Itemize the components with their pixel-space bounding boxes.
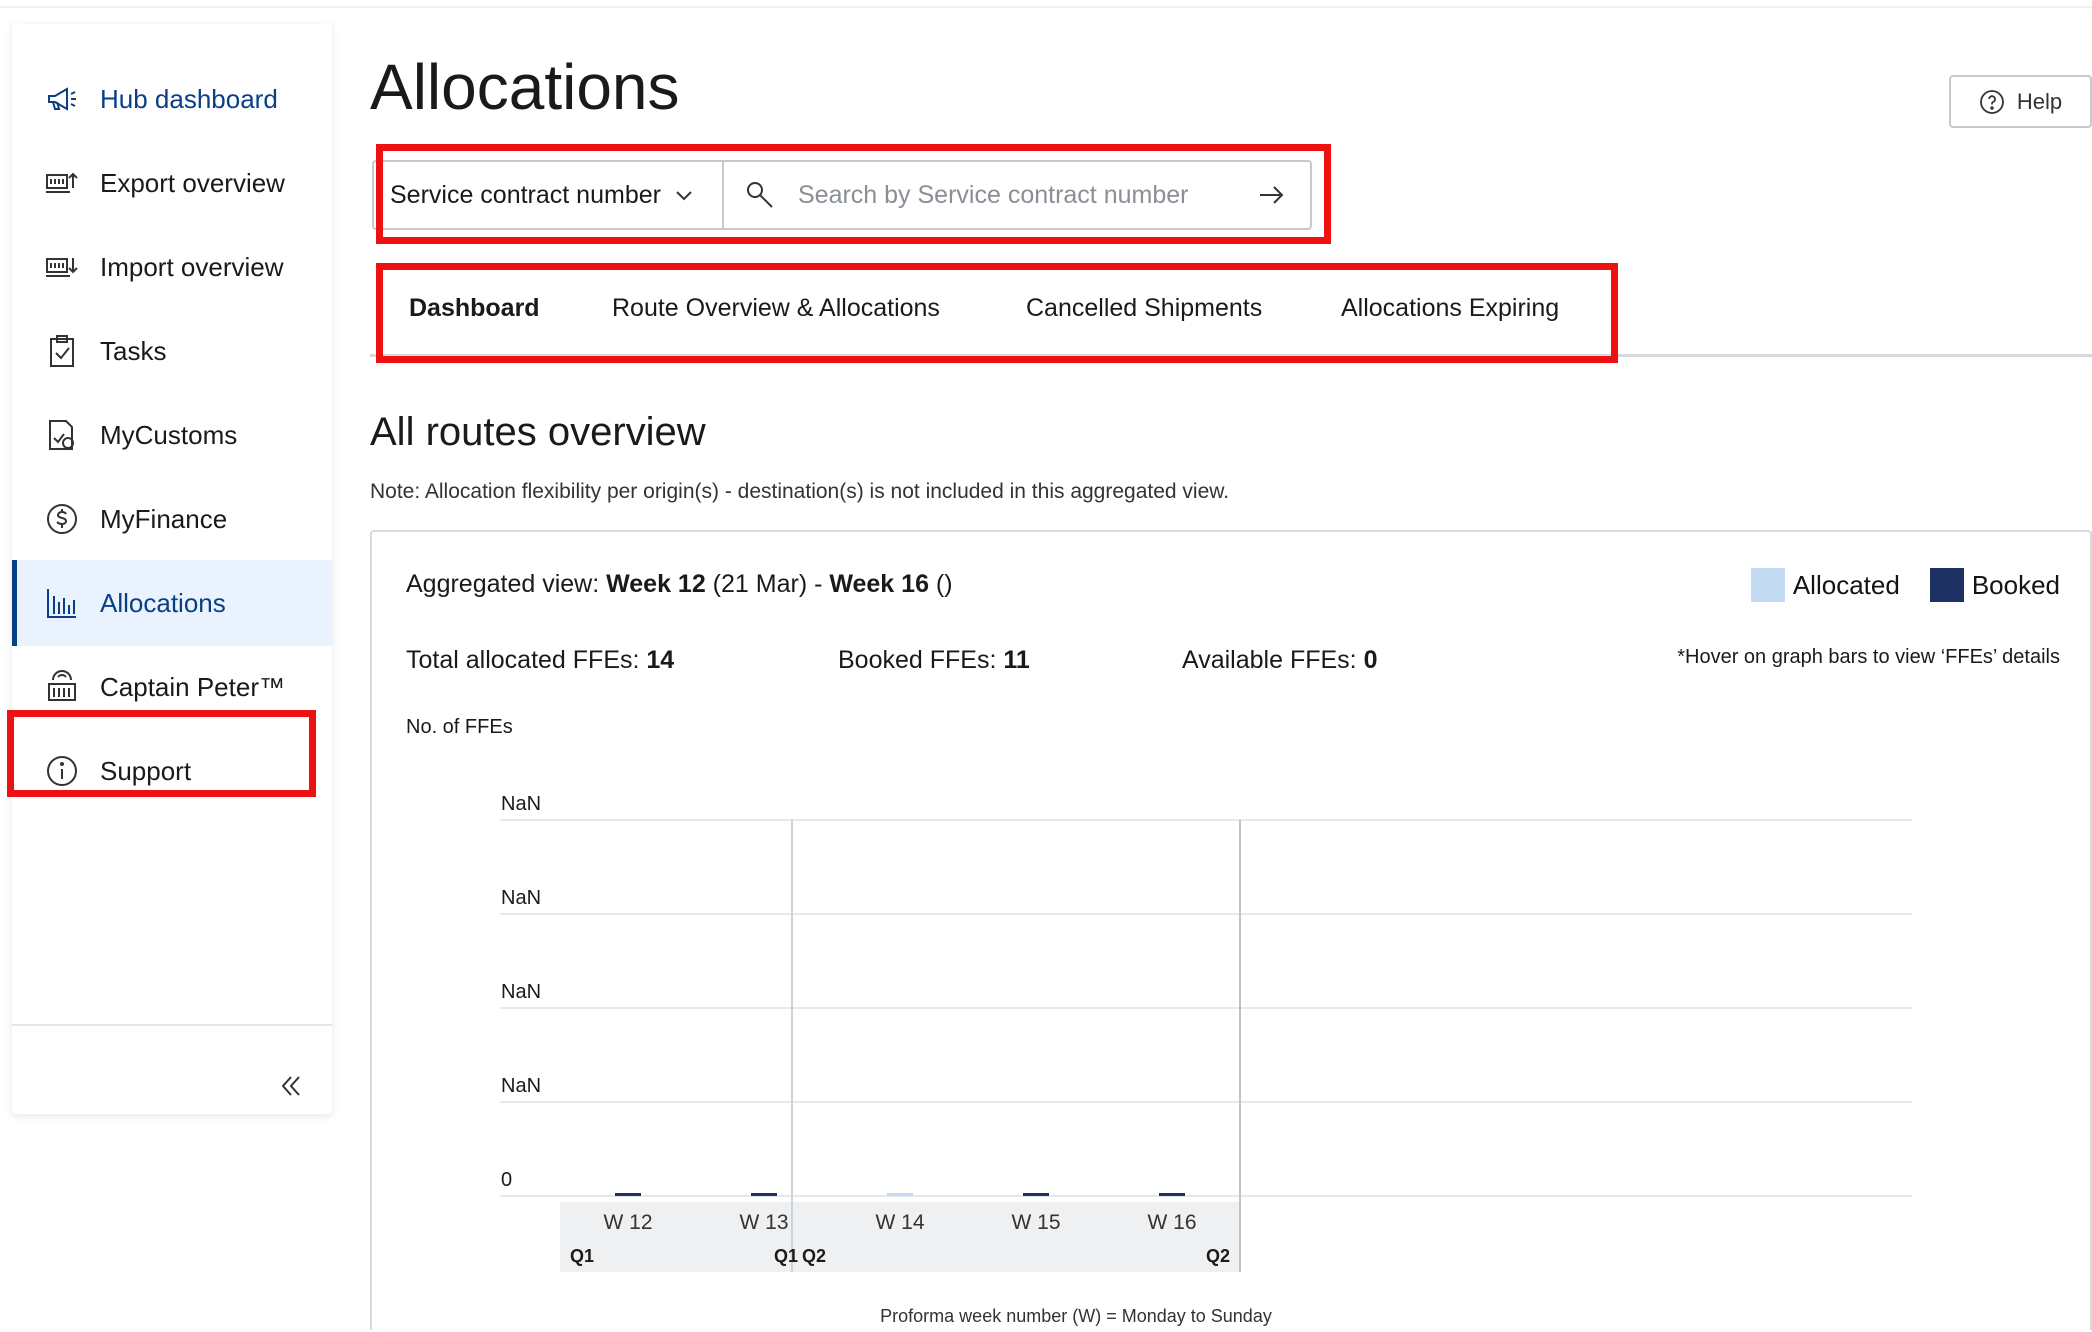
x-tick-label: W 16	[1147, 1211, 1196, 1234]
help-label: Help	[2016, 88, 2063, 114]
search-field	[724, 162, 1310, 228]
top-border	[0, 6, 2092, 8]
tab-cancelled-shipments[interactable]: Cancelled Shipments	[1026, 278, 1262, 338]
quarter-label: Q1	[570, 1246, 594, 1266]
x-tick-label: W 15	[1011, 1211, 1060, 1234]
y-tick-label: NaN	[501, 981, 541, 1003]
x-tick-label: W 14	[875, 1211, 924, 1234]
y-tick-label: NaN	[501, 887, 541, 909]
quarter-label: Q1	[774, 1246, 798, 1266]
tab-allocations-expiring[interactable]: Allocations Expiring	[1341, 278, 1559, 338]
aggregation-note: Note: Allocation flexibility per origin(…	[370, 480, 1230, 503]
sidebar-item-import-overview[interactable]: Import overview	[12, 224, 332, 310]
y-tick-label: NaN	[501, 793, 541, 815]
container-icon	[44, 669, 80, 705]
search-type-value: Service contract number	[390, 180, 661, 209]
page-title: Allocations	[370, 51, 680, 123]
tab-route-overview-allocations[interactable]: Route Overview & Allocations	[612, 278, 940, 338]
tab-dashboard[interactable]: Dashboard	[409, 278, 540, 338]
clipboard-check-icon	[44, 333, 80, 369]
sidebar-item-support[interactable]: Support	[12, 728, 332, 814]
sidebar-item-label: MyCustoms	[100, 419, 238, 450]
bar-chart-icon	[44, 585, 80, 621]
import-icon	[44, 249, 80, 285]
double-chevron-left-icon	[281, 1076, 300, 1096]
sidebar-item-myfinance[interactable]: MyFinance	[12, 476, 332, 562]
section-title: All routes overview	[370, 410, 706, 454]
allocations-bar-chart: NaNNaNNaNNaN0W 12 W 13 W 14 W 15 W 16Q1 Q1 Q2 Q…	[500, 793, 1912, 1326]
help-button[interactable]: Help	[1949, 75, 2092, 128]
sidebar-item-label: Support	[100, 755, 192, 786]
megaphone-icon	[44, 81, 80, 117]
x-tick-label: W 13	[739, 1211, 788, 1234]
sidebar-item-tasks[interactable]: Tasks	[12, 308, 332, 394]
sidebar-item-label: Export overview	[100, 167, 285, 198]
x-axis-caption: Proforma week number (W) = Monday to Sun…	[880, 1306, 1272, 1326]
arrow-right-icon[interactable]	[1254, 178, 1288, 212]
export-icon	[44, 165, 80, 201]
quarter-label: Q2	[1206, 1246, 1230, 1266]
y-tick-label: NaN	[501, 1075, 541, 1097]
allocations-chart-card: Aggregated view: Week 12 (21 Mar) - Week…	[370, 530, 2092, 1330]
sidebar-item-export-overview[interactable]: Export overview	[12, 140, 332, 226]
bar-booked	[751, 1193, 777, 1196]
collapse-sidebar-button[interactable]	[270, 1064, 314, 1108]
sidebar-item-hub-dashboard[interactable]: Hub dashboard	[12, 56, 332, 142]
sidebar-item-label: Allocations	[100, 587, 226, 618]
y-tick-label: 0	[501, 1169, 512, 1191]
search-icon	[747, 182, 773, 208]
sidebar-divider	[12, 1024, 332, 1026]
info-circle-icon	[44, 753, 80, 789]
dollar-circle-icon	[44, 501, 80, 537]
search-input[interactable]	[796, 179, 1240, 211]
quarter-label: Q2	[802, 1246, 826, 1266]
sidebar-item-label: Hub dashboard	[100, 83, 278, 114]
sidebar-item-captain-peter[interactable]: Captain Peter™	[12, 644, 332, 730]
sidebar-item-allocations[interactable]: Allocations	[12, 560, 332, 646]
bar-booked	[1023, 1193, 1049, 1196]
sidebar-item-label: MyFinance	[100, 503, 228, 534]
sidebar: Hub dashboard Export overview Import ove…	[12, 24, 332, 1114]
tabs-underline	[370, 354, 2092, 357]
search-group: Service contract number	[372, 160, 1312, 230]
sidebar-item-label: Tasks	[100, 335, 167, 366]
bar-booked	[615, 1193, 641, 1196]
bar-allocated	[887, 1193, 913, 1196]
sidebar-item-label: Import overview	[100, 251, 284, 282]
chevron-down-icon	[676, 191, 692, 201]
customs-document-icon	[44, 417, 80, 453]
search-type-select[interactable]: Service contract number	[374, 162, 724, 228]
sidebar-item-mycustoms[interactable]: MyCustoms	[12, 392, 332, 478]
bar-booked	[1159, 1193, 1185, 1196]
x-tick-label: W 12	[603, 1211, 652, 1234]
question-circle-icon	[1979, 89, 2004, 114]
sidebar-item-label: Captain Peter™	[100, 671, 285, 702]
